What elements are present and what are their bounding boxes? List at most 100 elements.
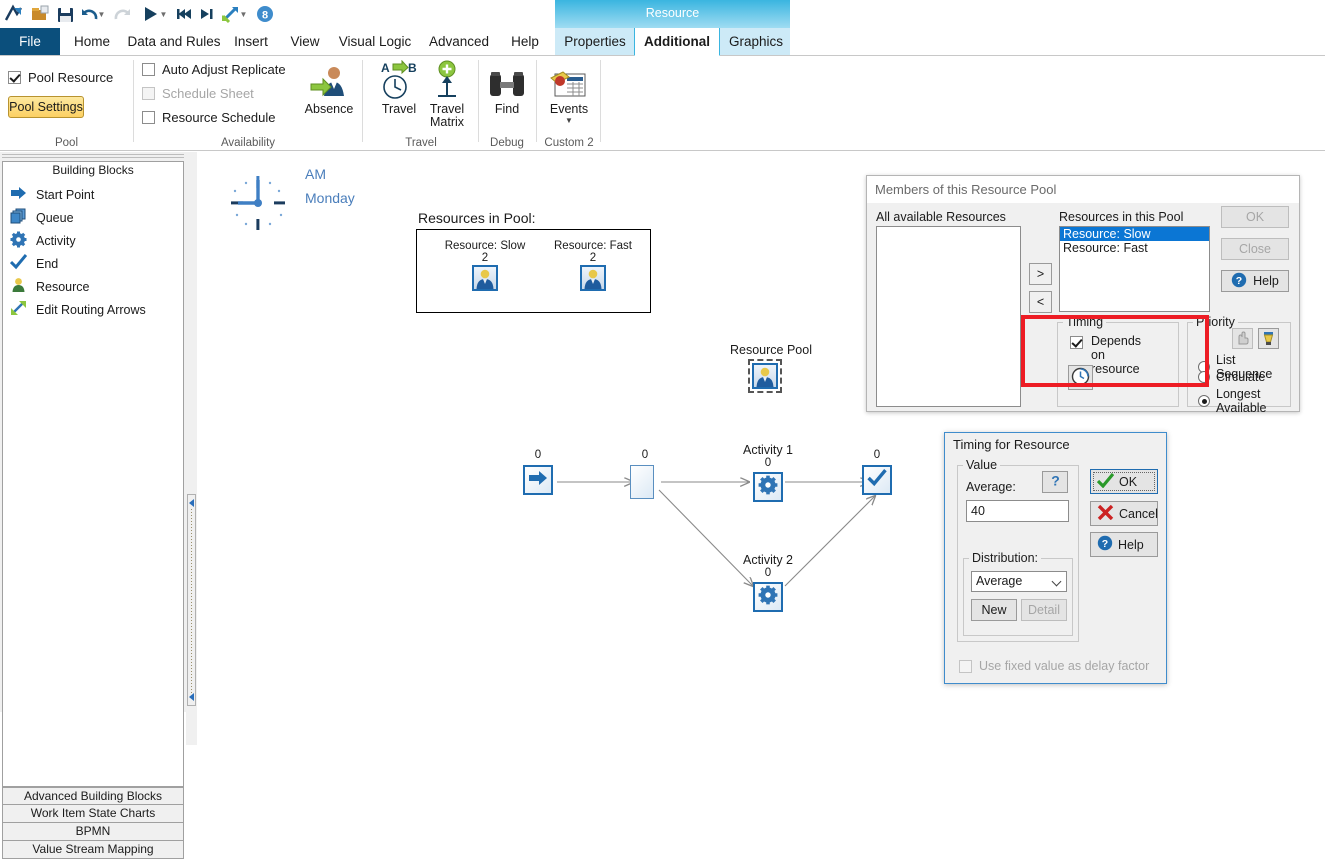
average-label: Average: bbox=[966, 480, 1016, 494]
step-icon[interactable] bbox=[195, 2, 219, 26]
activity1-label: Activity 1 bbox=[743, 443, 794, 457]
palette-tab-work-item-state-charts[interactable]: Work Item State Charts bbox=[2, 805, 184, 823]
pool-settings-button[interactable]: Pool Settings bbox=[8, 96, 84, 118]
checkbox-box bbox=[142, 111, 155, 124]
flow-node-start-point[interactable] bbox=[523, 465, 553, 495]
events-label: Events bbox=[549, 102, 589, 116]
timing-ok-label: OK bbox=[1119, 474, 1138, 489]
schedule-sheet-checkbox: Schedule Sheet bbox=[142, 86, 254, 101]
redo-icon[interactable] bbox=[110, 2, 134, 26]
timing-help-button[interactable]: ? Help bbox=[1090, 532, 1158, 557]
pool-member-fast[interactable]: Resource: Fast 2 bbox=[545, 240, 641, 291]
hand-priority-icon bbox=[1232, 328, 1253, 349]
average-input[interactable] bbox=[966, 500, 1069, 522]
auto-adjust-replicate-label: Auto Adjust Replicate bbox=[162, 62, 286, 77]
open-icon[interactable] bbox=[28, 2, 52, 26]
timing-ok-button[interactable]: OK bbox=[1090, 469, 1158, 494]
pool-resource-checkbox[interactable]: Pool Resource bbox=[8, 70, 113, 85]
events-icon bbox=[538, 60, 600, 100]
value-fieldset: Value Average: ? Distribution: Average N… bbox=[957, 458, 1079, 642]
flow-node-activity2[interactable] bbox=[753, 582, 783, 612]
resource-schedule-checkbox[interactable]: Resource Schedule bbox=[142, 110, 275, 125]
palette-item-queue[interactable]: Queue bbox=[3, 206, 183, 229]
rewind-icon[interactable] bbox=[172, 2, 196, 26]
travel-matrix-button[interactable]: Travel Matrix bbox=[416, 60, 478, 138]
flow-node-activity1[interactable] bbox=[753, 472, 783, 502]
tab-view[interactable]: View bbox=[282, 28, 328, 56]
run-dropdown-icon[interactable]: ▼ bbox=[160, 8, 168, 20]
undo-dropdown-icon[interactable]: ▼ bbox=[98, 8, 106, 20]
ribbon-group-travel-label: Travel bbox=[405, 137, 437, 149]
stamp-priority-icon[interactable] bbox=[1258, 328, 1279, 349]
palette-item-end[interactable]: End bbox=[3, 252, 183, 275]
pool-resource-label: Pool Resource bbox=[28, 70, 114, 85]
activity-icon bbox=[758, 475, 778, 500]
resource-pool-node[interactable] bbox=[748, 359, 782, 393]
tab-file[interactable]: File bbox=[0, 28, 60, 56]
palette-tab-bpmn[interactable]: BPMN bbox=[2, 823, 184, 841]
resources-in-pool-label: Resources in this Pool bbox=[1059, 210, 1184, 224]
help-button[interactable]: ? Help bbox=[1221, 270, 1289, 292]
tab-help[interactable]: Help bbox=[502, 28, 548, 56]
fixed-value-label: Use fixed value as delay factor bbox=[979, 659, 1150, 673]
move-left-button[interactable]: < bbox=[1029, 291, 1052, 313]
trials-icon[interactable]: 8 bbox=[253, 2, 277, 26]
palette-item-label: Edit Routing Arrows bbox=[36, 302, 146, 317]
resource-person-icon bbox=[472, 265, 498, 291]
available-resources-label: All available Resources bbox=[876, 210, 1006, 224]
list-item[interactable]: Resource: Slow bbox=[1060, 227, 1209, 241]
priority-option-circulate[interactable]: Circulate bbox=[1198, 370, 1265, 384]
save-icon[interactable] bbox=[53, 2, 77, 26]
svg-text:?: ? bbox=[1236, 275, 1242, 287]
splitter-handle[interactable] bbox=[187, 494, 196, 706]
find-button[interactable]: Find bbox=[476, 60, 538, 138]
results-icon[interactable] bbox=[218, 2, 242, 26]
available-resources-listbox[interactable] bbox=[876, 226, 1021, 407]
tab-additional[interactable]: Additional bbox=[634, 28, 720, 56]
palette-item-start-point[interactable]: Start Point bbox=[3, 183, 183, 206]
palette-item-activity[interactable]: Activity bbox=[3, 229, 183, 252]
priority-option-longest-available[interactable]: Longest Available bbox=[1198, 387, 1290, 415]
timing-fieldset: Timing Depends on resource bbox=[1057, 315, 1179, 407]
palette-item-edit-routing-arrows[interactable]: Edit Routing Arrows bbox=[3, 298, 183, 321]
activity-icon bbox=[10, 231, 27, 251]
list-item[interactable]: Resource: Fast bbox=[1060, 241, 1209, 255]
tab-home[interactable]: Home bbox=[62, 28, 122, 56]
run-icon[interactable] bbox=[138, 2, 162, 26]
flow-node-end[interactable] bbox=[862, 465, 892, 495]
tab-data-and-rules[interactable]: Data and Rules bbox=[124, 28, 224, 56]
pool-member-name: Resource: Slow bbox=[444, 240, 526, 252]
timing-cancel-button[interactable]: Cancel bbox=[1090, 501, 1158, 526]
palette-tab-advanced-building-blocks[interactable]: Advanced Building Blocks bbox=[2, 787, 184, 805]
timing-dialog[interactable]: Timing for Resource Value Average: ? Dis… bbox=[944, 432, 1167, 684]
tab-visual-logic[interactable]: Visual Logic bbox=[332, 28, 418, 56]
tab-advanced[interactable]: Advanced bbox=[422, 28, 496, 56]
travel-matrix-label: Travel Matrix bbox=[429, 102, 465, 129]
palette-item-resource[interactable]: Resource bbox=[3, 275, 183, 298]
value-help-button[interactable]: ? bbox=[1042, 471, 1068, 493]
distribution-select[interactable]: Average bbox=[971, 571, 1067, 592]
checkbox-box bbox=[959, 659, 972, 673]
members-dialog[interactable]: Members of this Resource Pool All availa… bbox=[866, 175, 1300, 415]
palette-tab-value-stream-mapping[interactable]: Value Stream Mapping bbox=[2, 841, 184, 859]
app-logo-icon[interactable] bbox=[2, 2, 26, 26]
events-dropdown-icon[interactable]: ▼ bbox=[538, 116, 600, 125]
flow-node-queue[interactable] bbox=[630, 465, 654, 499]
start-point-icon bbox=[528, 469, 548, 492]
timing-clock-button[interactable] bbox=[1068, 365, 1093, 390]
svg-text:?: ? bbox=[1102, 538, 1108, 550]
tab-graphics[interactable]: Graphics bbox=[722, 28, 790, 56]
palette-tabs: Advanced Building Blocks Work Item State… bbox=[2, 787, 184, 859]
results-dropdown-icon[interactable]: ▼ bbox=[240, 8, 248, 20]
tab-properties[interactable]: Properties bbox=[558, 28, 632, 56]
checkbox-box bbox=[1070, 336, 1083, 349]
resources-in-pool-listbox[interactable]: Resource: Slow Resource: Fast bbox=[1059, 226, 1210, 312]
tab-insert[interactable]: Insert bbox=[226, 28, 276, 56]
events-button[interactable]: Events ▼ bbox=[538, 60, 600, 138]
move-right-button[interactable]: > bbox=[1029, 263, 1052, 285]
pool-member-slow[interactable]: Resource: Slow 2 bbox=[437, 240, 533, 291]
new-button[interactable]: New bbox=[971, 599, 1017, 621]
auto-adjust-replicate-checkbox[interactable]: Auto Adjust Replicate bbox=[142, 62, 286, 77]
absence-button[interactable]: Absence bbox=[298, 60, 360, 138]
checkbox-box bbox=[142, 63, 155, 76]
